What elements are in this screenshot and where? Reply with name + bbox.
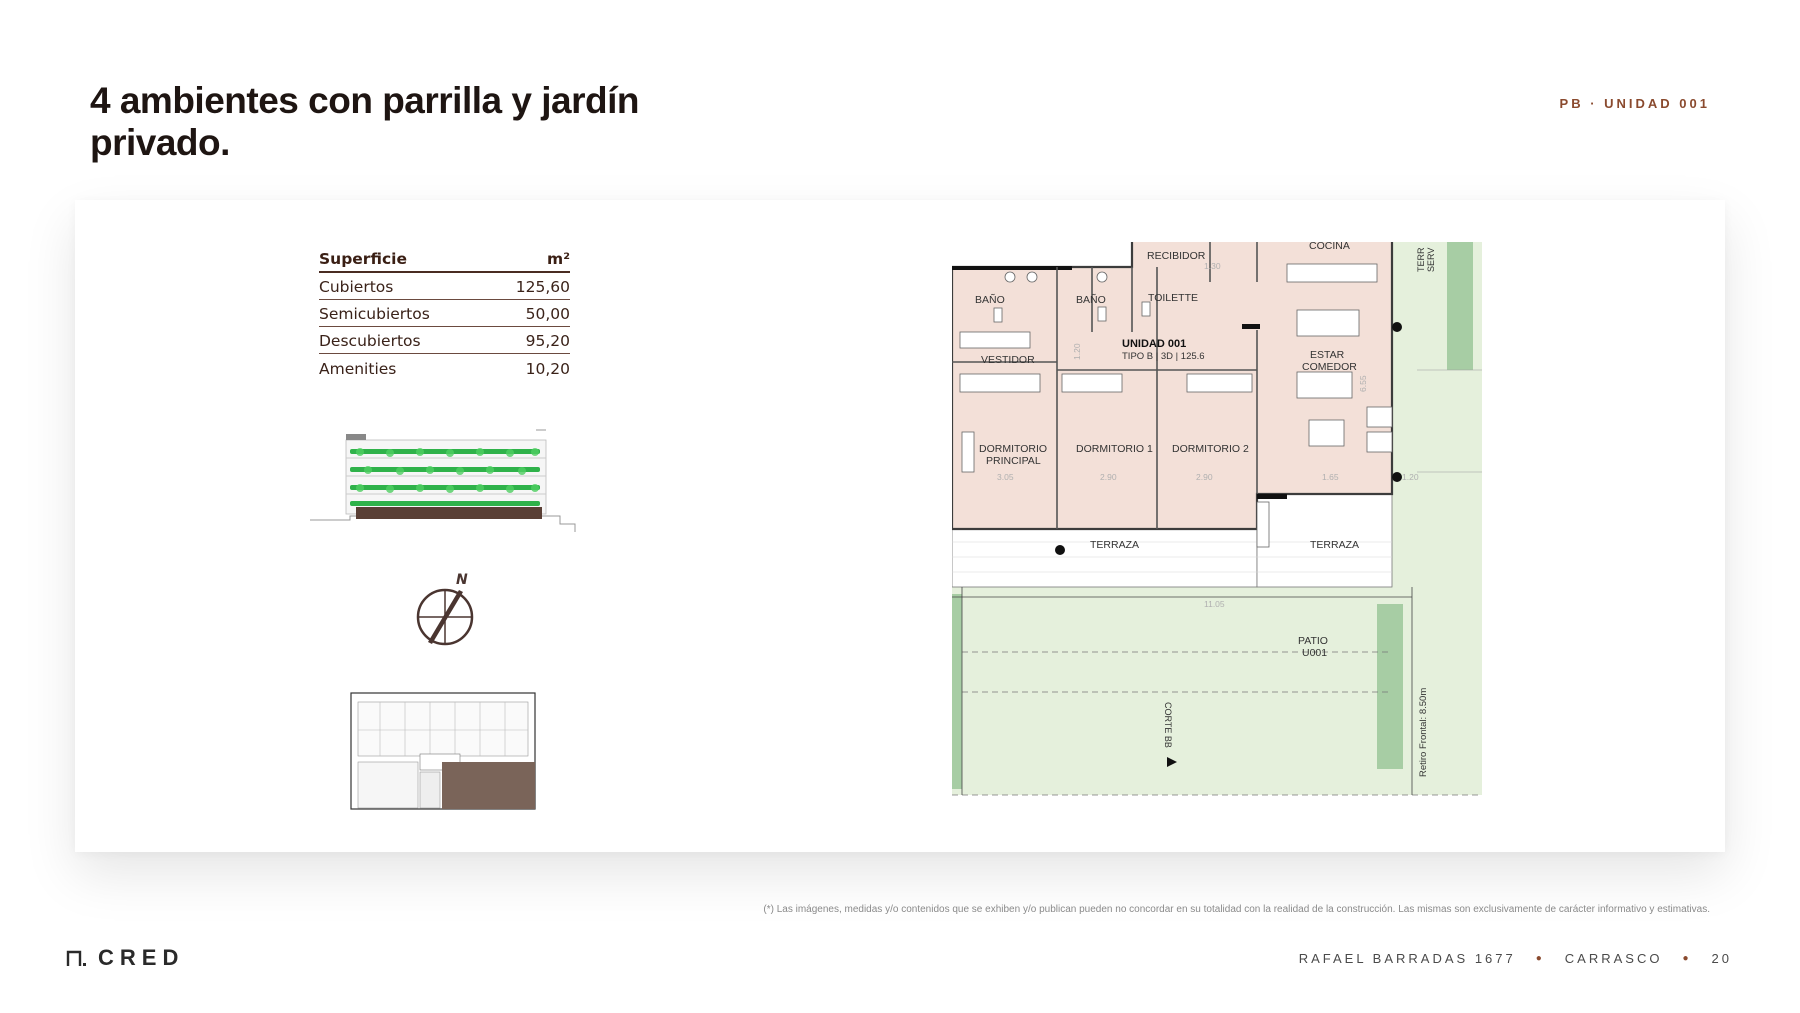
dimension-label: 11.05 [1204,599,1225,609]
floor-plan-image: RECIBIDOR COCINA BAÑO BAÑO TOILETTE UNID… [952,242,1482,796]
room-estar-label: ESTAR [1310,349,1345,361]
patio-unit-label: U001 [1302,647,1327,659]
terraza-servicio-label: TERR [1416,247,1426,272]
footer-address: RAFAEL BARRADAS 1677 [1298,951,1516,966]
surface-row: Descubiertos 95,20 [319,327,570,354]
dimension-label: 3.05 [997,472,1014,482]
north-compass-icon: N [416,572,474,646]
surface-row-value: 95,20 [525,332,570,350]
room-dormitorio-2-label: DORMITORIO 2 [1172,443,1249,455]
dimension-label: 2.90 [1196,472,1213,482]
terraza-label: TERRAZA [1310,539,1359,551]
surface-table-header: Superficie m² [319,249,570,273]
footer-separator-icon: ● [1535,953,1545,964]
dimension-label: 1.20 [1402,472,1419,482]
unit-tag: PB · UNIDAD 001 [1559,96,1710,111]
footer: RAFAEL BARRADAS 1677 ● CARRASCO ● 20 [1299,951,1732,966]
room-dormitorio-principal-label: PRINCIPAL [986,455,1041,467]
unit-type-label: TIPO B | 3D | 125.6 [1122,351,1205,362]
room-bano-label: BAÑO [1076,293,1106,306]
brand-logo: CRED [66,945,184,971]
room-vestidor-label: VESTIDOR [981,354,1035,366]
page-number: 20 [1711,951,1732,966]
brand-name: CRED [98,945,185,970]
surface-row-value: 10,20 [525,360,570,378]
dimension-label: 1.65 [1322,472,1339,482]
terraza-label: TERRAZA [1090,539,1139,551]
retiro-frontal-label: Retiro Frontal: 8.50m [1418,688,1429,777]
dimension-label: 1.20 [1072,343,1082,360]
room-bano-label: BAÑO [975,293,1005,306]
surface-row-label: Descubiertos [319,332,421,350]
room-dormitorio-1-label: DORMITORIO 1 [1076,443,1153,455]
surface-row: Cubiertos 125,60 [319,273,570,300]
key-plan-image [350,692,536,810]
corte-label: CORTE BB [1163,702,1173,748]
surface-header-label: Superficie [319,250,407,268]
footer-separator-icon: ● [1682,953,1692,964]
footer-area: CARRASCO [1564,951,1663,966]
dimension-label: 2.90 [1100,472,1117,482]
surface-row: Amenities 10,20 [319,354,570,381]
room-dormitorio-principal-label: DORMITORIO [979,443,1047,455]
dimension-label: 6.55 [1358,375,1368,392]
building-elevation-image [310,429,576,532]
disclaimer-text: (*) Las imágenes, medidas y/o contenidos… [763,904,1710,915]
surface-row-value: 125,60 [515,278,570,296]
room-cocina-label: COCINA [1309,242,1350,252]
brand-mark-icon [66,950,86,966]
surface-row-label: Cubiertos [319,278,394,296]
unit-name-label: UNIDAD 001 [1122,338,1186,350]
room-comedor-label: COMEDOR [1302,361,1357,373]
terraza-servicio-label: SERV [1426,248,1436,272]
compass-north-label: N [456,572,468,588]
room-toilette-label: TOILETTE [1148,292,1198,304]
surface-row-label: Semicubiertos [319,305,430,323]
dimension-label: 1.30 [1204,261,1221,271]
surface-table: Superficie m² Cubiertos 125,60 Semicubie… [319,249,570,381]
surface-row-value: 50,00 [525,305,570,323]
surface-row: Semicubiertos 50,00 [319,300,570,327]
patio-label: PATIO [1298,635,1328,647]
surface-header-unit: m² [547,250,570,268]
room-recibidor-label: RECIBIDOR [1147,250,1206,262]
page-title: 4 ambientes con parrilla y jardín privad… [90,80,639,163]
surface-row-label: Amenities [319,360,397,378]
